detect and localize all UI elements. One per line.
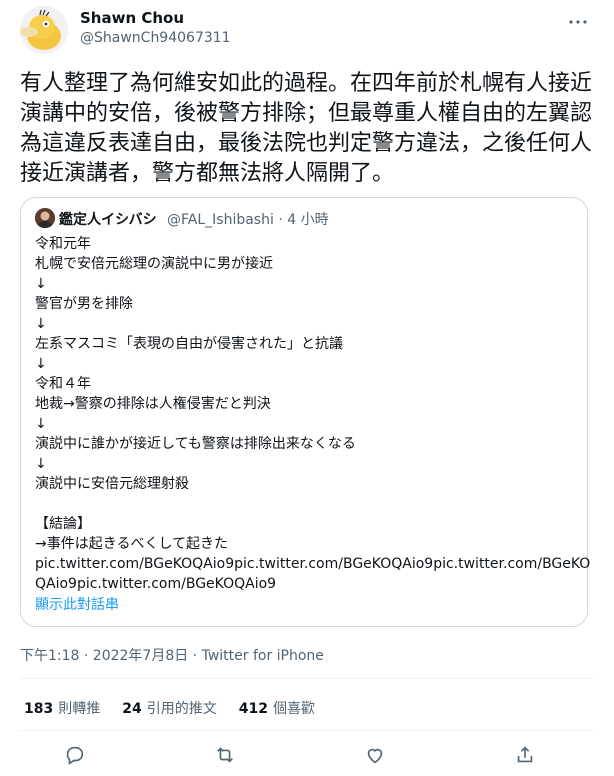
reply-icon — [64, 744, 86, 770]
quotes-count: 24 — [122, 701, 142, 717]
quoted-line: ↓ — [35, 276, 47, 292]
share-icon — [514, 744, 536, 770]
retweets-count: 183 — [24, 701, 54, 717]
quoted-line: 警官が男を排除 — [35, 296, 133, 312]
likes-label: 個喜歡 — [272, 701, 315, 717]
divider — [20, 678, 594, 679]
more-options-button[interactable] — [566, 6, 590, 30]
divider — [20, 730, 594, 731]
more-icon — [569, 8, 587, 29]
quoted-line: 【結論】 — [35, 516, 91, 532]
quoted-author-handle: @FAL_Ishibashi · 4 小時 — [167, 209, 329, 229]
quoted-author-name: 鑑定人イシバシ — [59, 212, 157, 228]
quoted-line: →事件は起きるべくして起きた — [35, 536, 229, 552]
quoted-line: 令和４年 — [35, 376, 91, 392]
tweet-timestamp-source[interactable]: 下午1:18 · 2022年7月8日 · Twitter for iPhone — [20, 645, 324, 665]
retweets-label: 則轉推 — [58, 701, 101, 717]
quoted-line: pic.twitter.com/BGeKOQAio9pic.twitter.co… — [35, 556, 591, 572]
author-name[interactable]: Shawn Chou — [80, 9, 184, 27]
like-button[interactable] — [360, 742, 390, 772]
retweet-button[interactable] — [210, 742, 240, 772]
quotes-stat[interactable]: 24 引用的推文 — [122, 698, 216, 718]
like-icon — [364, 744, 386, 770]
retweets-stat[interactable]: 183 則轉推 — [24, 698, 100, 718]
quoted-line: ↓ — [35, 416, 47, 432]
quoted-handle-text: @FAL_Ishibashi — [167, 212, 274, 228]
action-bar — [60, 742, 540, 772]
likes-stat[interactable]: 412 個喜歡 — [239, 698, 315, 718]
reply-button[interactable] — [60, 742, 90, 772]
quoted-line: 札幌で安倍元総理の演説中に男が接近 — [35, 256, 273, 272]
quotes-label: 引用的推文 — [146, 701, 217, 717]
show-thread-link[interactable]: 顯示此對話串 — [35, 594, 119, 614]
quoted-blank-line — [35, 494, 575, 514]
author-handle[interactable]: @ShawnCh94067311 — [80, 30, 231, 46]
retweet-icon — [214, 744, 236, 770]
quoted-line: 演説中に誰かが接近しても警察は排除出来なくなる — [35, 436, 356, 452]
quoted-line: ↓ — [35, 456, 47, 472]
quoted-line: 演説中に安倍元総理射殺 — [35, 476, 189, 492]
quoted-timestamp: · 4 小時 — [278, 212, 329, 228]
engagement-stats: 183 則轉推 24 引用的推文 412 個喜歡 — [24, 698, 315, 718]
share-button[interactable] — [510, 742, 540, 772]
quoted-line: ↓ — [35, 356, 47, 372]
author-avatar[interactable] — [20, 6, 68, 54]
quoted-line: 令和元年 — [35, 236, 91, 252]
likes-count: 412 — [238, 701, 268, 717]
tweet-text: 有人整理了為何維安如此的過程。在四年前於札幌有人接近演講中的安倍，後被警方排除；… — [20, 71, 593, 186]
quoted-line: QAio9pic.twitter.com/BGeKOQAio9 — [35, 576, 277, 592]
quoted-author-avatar — [35, 208, 55, 228]
quoted-tweet-text: 令和元年 札幌で安倍元総理の演説中に男が接近 ↓ 警官が男を排除 ↓ 左系マスコ… — [35, 234, 591, 594]
quoted-tweet[interactable]: 鑑定人イシバシ @FAL_Ishibashi · 4 小時 令和元年 札幌で安倍… — [20, 197, 591, 627]
quoted-line: 左系マスコミ「表現の自由が侵害された」と抗議 — [35, 336, 343, 352]
quoted-line: 地裁→警察の排除は人権侵害だと判決 — [35, 396, 271, 412]
quoted-line: ↓ — [35, 316, 47, 332]
